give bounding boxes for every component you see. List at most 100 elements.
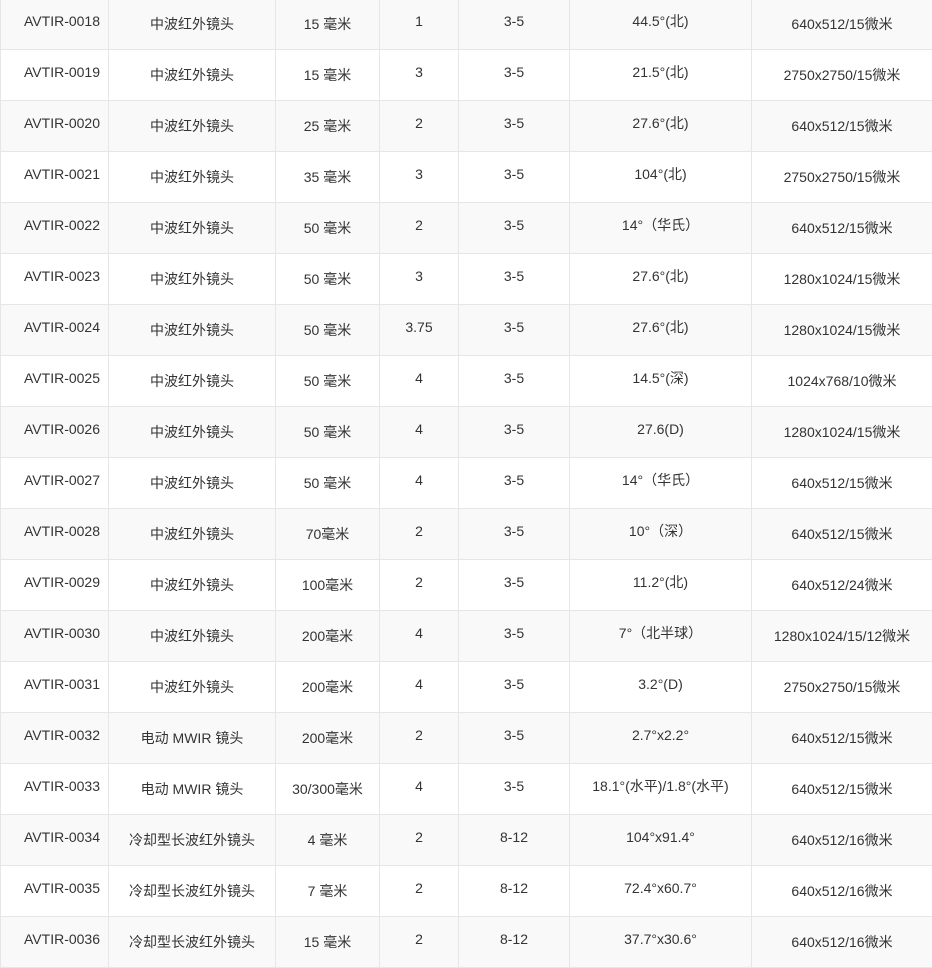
cell-model: AVTIR-0022 xyxy=(1,203,109,254)
cell-detector: 1280x1024/15微米 xyxy=(752,305,932,356)
cell-lens-type: 中波红外镜头 xyxy=(109,203,276,254)
cell-f-number: 2 xyxy=(380,815,459,866)
cell-spectral-band: 3-5 xyxy=(459,611,570,662)
cell-model: AVTIR-0021 xyxy=(1,152,109,203)
cell-f-number: 4 xyxy=(380,611,459,662)
cell-f-number: 2 xyxy=(380,560,459,611)
cell-lens-type: 中波红外镜头 xyxy=(109,254,276,305)
cell-detector: 2750x2750/15微米 xyxy=(752,50,932,101)
cell-field-of-view: 104°x91.4° xyxy=(570,815,752,866)
cell-field-of-view: 21.5°(北) xyxy=(570,50,752,101)
cell-field-of-view: 11.2°(北) xyxy=(570,560,752,611)
cell-f-number: 1 xyxy=(380,0,459,50)
cell-f-number: 4 xyxy=(380,764,459,815)
table-row: AVTIR-0024中波红外镜头50 毫米3.753-527.6°(北)1280… xyxy=(1,305,932,356)
cell-field-of-view: 27.6°(北) xyxy=(570,254,752,305)
cell-detector: 2750x2750/15微米 xyxy=(752,152,932,203)
cell-focal-length: 50 毫米 xyxy=(276,203,380,254)
cell-spectral-band: 8-12 xyxy=(459,815,570,866)
cell-f-number: 3.75 xyxy=(380,305,459,356)
cell-detector: 640x512/24微米 xyxy=(752,560,932,611)
cell-lens-type: 中波红外镜头 xyxy=(109,662,276,713)
cell-focal-length: 200毫米 xyxy=(276,662,380,713)
cell-model: AVTIR-0036 xyxy=(1,917,109,968)
table-row: AVTIR-0034冷却型长波红外镜头4 毫米28-12104°x91.4°64… xyxy=(1,815,932,866)
cell-model: AVTIR-0031 xyxy=(1,662,109,713)
table-row: AVTIR-0020中波红外镜头25 毫米23-527.6°(北)640x512… xyxy=(1,101,932,152)
cell-lens-type: 中波红外镜头 xyxy=(109,0,276,50)
cell-model: AVTIR-0027 xyxy=(1,458,109,509)
table-row: AVTIR-0036冷却型长波红外镜头15 毫米28-1237.7°x30.6°… xyxy=(1,917,932,968)
cell-detector: 640x512/15微米 xyxy=(752,509,932,560)
table-row: AVTIR-0019中波红外镜头15 毫米33-521.5°(北)2750x27… xyxy=(1,50,932,101)
cell-f-number: 2 xyxy=(380,203,459,254)
cell-field-of-view: 14°（华氏） xyxy=(570,203,752,254)
cell-lens-type: 电动 MWIR 镜头 xyxy=(109,764,276,815)
cell-model: AVTIR-0030 xyxy=(1,611,109,662)
cell-field-of-view: 3.2°(D) xyxy=(570,662,752,713)
cell-field-of-view: 2.7°x2.2° xyxy=(570,713,752,764)
cell-model: AVTIR-0033 xyxy=(1,764,109,815)
cell-spectral-band: 3-5 xyxy=(459,764,570,815)
cell-focal-length: 25 毫米 xyxy=(276,101,380,152)
cell-field-of-view: 27.6°(北) xyxy=(570,305,752,356)
cell-field-of-view: 27.6°(北) xyxy=(570,101,752,152)
cell-f-number: 4 xyxy=(380,662,459,713)
cell-lens-type: 中波红外镜头 xyxy=(109,611,276,662)
table-row: AVTIR-0023中波红外镜头50 毫米33-527.6°(北)1280x10… xyxy=(1,254,932,305)
cell-lens-type: 中波红外镜头 xyxy=(109,101,276,152)
table-row: AVTIR-0033电动 MWIR 镜头30/300毫米43-518.1°(水平… xyxy=(1,764,932,815)
cell-detector: 1280x1024/15微米 xyxy=(752,407,932,458)
cell-focal-length: 50 毫米 xyxy=(276,254,380,305)
cell-field-of-view: 14.5°(深) xyxy=(570,356,752,407)
table-row: AVTIR-0028中波红外镜头70毫米23-510°（深）640x512/15… xyxy=(1,509,932,560)
cell-focal-length: 7 毫米 xyxy=(276,866,380,917)
table-body: AVTIR-0018中波红外镜头15 毫米13-544.5°(北)640x512… xyxy=(1,0,932,968)
table-row: AVTIR-0022中波红外镜头50 毫米23-514°（华氏）640x512/… xyxy=(1,203,932,254)
cell-lens-type: 冷却型长波红外镜头 xyxy=(109,866,276,917)
cell-model: AVTIR-0019 xyxy=(1,50,109,101)
table-row: AVTIR-0032电动 MWIR 镜头200毫米23-52.7°x2.2°64… xyxy=(1,713,932,764)
table-row: AVTIR-0026中波红外镜头50 毫米43-527.6(D)1280x102… xyxy=(1,407,932,458)
cell-model: AVTIR-0025 xyxy=(1,356,109,407)
cell-focal-length: 4 毫米 xyxy=(276,815,380,866)
cell-f-number: 4 xyxy=(380,458,459,509)
cell-focal-length: 200毫米 xyxy=(276,713,380,764)
table-row: AVTIR-0027中波红外镜头50 毫米43-514°（华氏）640x512/… xyxy=(1,458,932,509)
table-row: AVTIR-0021中波红外镜头35 毫米33-5104°(北)2750x275… xyxy=(1,152,932,203)
cell-f-number: 2 xyxy=(380,866,459,917)
cell-model: AVTIR-0032 xyxy=(1,713,109,764)
cell-model: AVTIR-0026 xyxy=(1,407,109,458)
cell-focal-length: 15 毫米 xyxy=(276,50,380,101)
cell-focal-length: 15 毫米 xyxy=(276,0,380,50)
product-spec-table: AVTIR-0018中波红外镜头15 毫米13-544.5°(北)640x512… xyxy=(0,0,932,968)
cell-spectral-band: 8-12 xyxy=(459,917,570,968)
table-row: AVTIR-0030中波红外镜头200毫米43-57°（北半球）1280x102… xyxy=(1,611,932,662)
cell-field-of-view: 104°(北) xyxy=(570,152,752,203)
cell-focal-length: 15 毫米 xyxy=(276,917,380,968)
cell-model: AVTIR-0020 xyxy=(1,101,109,152)
cell-detector: 1024x768/10微米 xyxy=(752,356,932,407)
cell-detector: 640x512/16微米 xyxy=(752,815,932,866)
cell-detector: 640x512/15微米 xyxy=(752,458,932,509)
cell-f-number: 2 xyxy=(380,509,459,560)
cell-spectral-band: 3-5 xyxy=(459,509,570,560)
cell-focal-length: 100毫米 xyxy=(276,560,380,611)
cell-lens-type: 中波红外镜头 xyxy=(109,560,276,611)
cell-spectral-band: 3-5 xyxy=(459,407,570,458)
cell-field-of-view: 18.1°(水平)/1.8°(水平) xyxy=(570,764,752,815)
cell-lens-type: 中波红外镜头 xyxy=(109,407,276,458)
cell-lens-type: 中波红外镜头 xyxy=(109,356,276,407)
cell-focal-length: 70毫米 xyxy=(276,509,380,560)
cell-focal-length: 50 毫米 xyxy=(276,407,380,458)
cell-focal-length: 30/300毫米 xyxy=(276,764,380,815)
cell-field-of-view: 44.5°(北) xyxy=(570,0,752,50)
cell-lens-type: 中波红外镜头 xyxy=(109,509,276,560)
cell-spectral-band: 3-5 xyxy=(459,713,570,764)
table-row: AVTIR-0025中波红外镜头50 毫米43-514.5°(深)1024x76… xyxy=(1,356,932,407)
cell-f-number: 3 xyxy=(380,152,459,203)
cell-spectral-band: 3-5 xyxy=(459,560,570,611)
cell-field-of-view: 10°（深） xyxy=(570,509,752,560)
cell-detector: 2750x2750/15微米 xyxy=(752,662,932,713)
cell-focal-length: 50 毫米 xyxy=(276,356,380,407)
